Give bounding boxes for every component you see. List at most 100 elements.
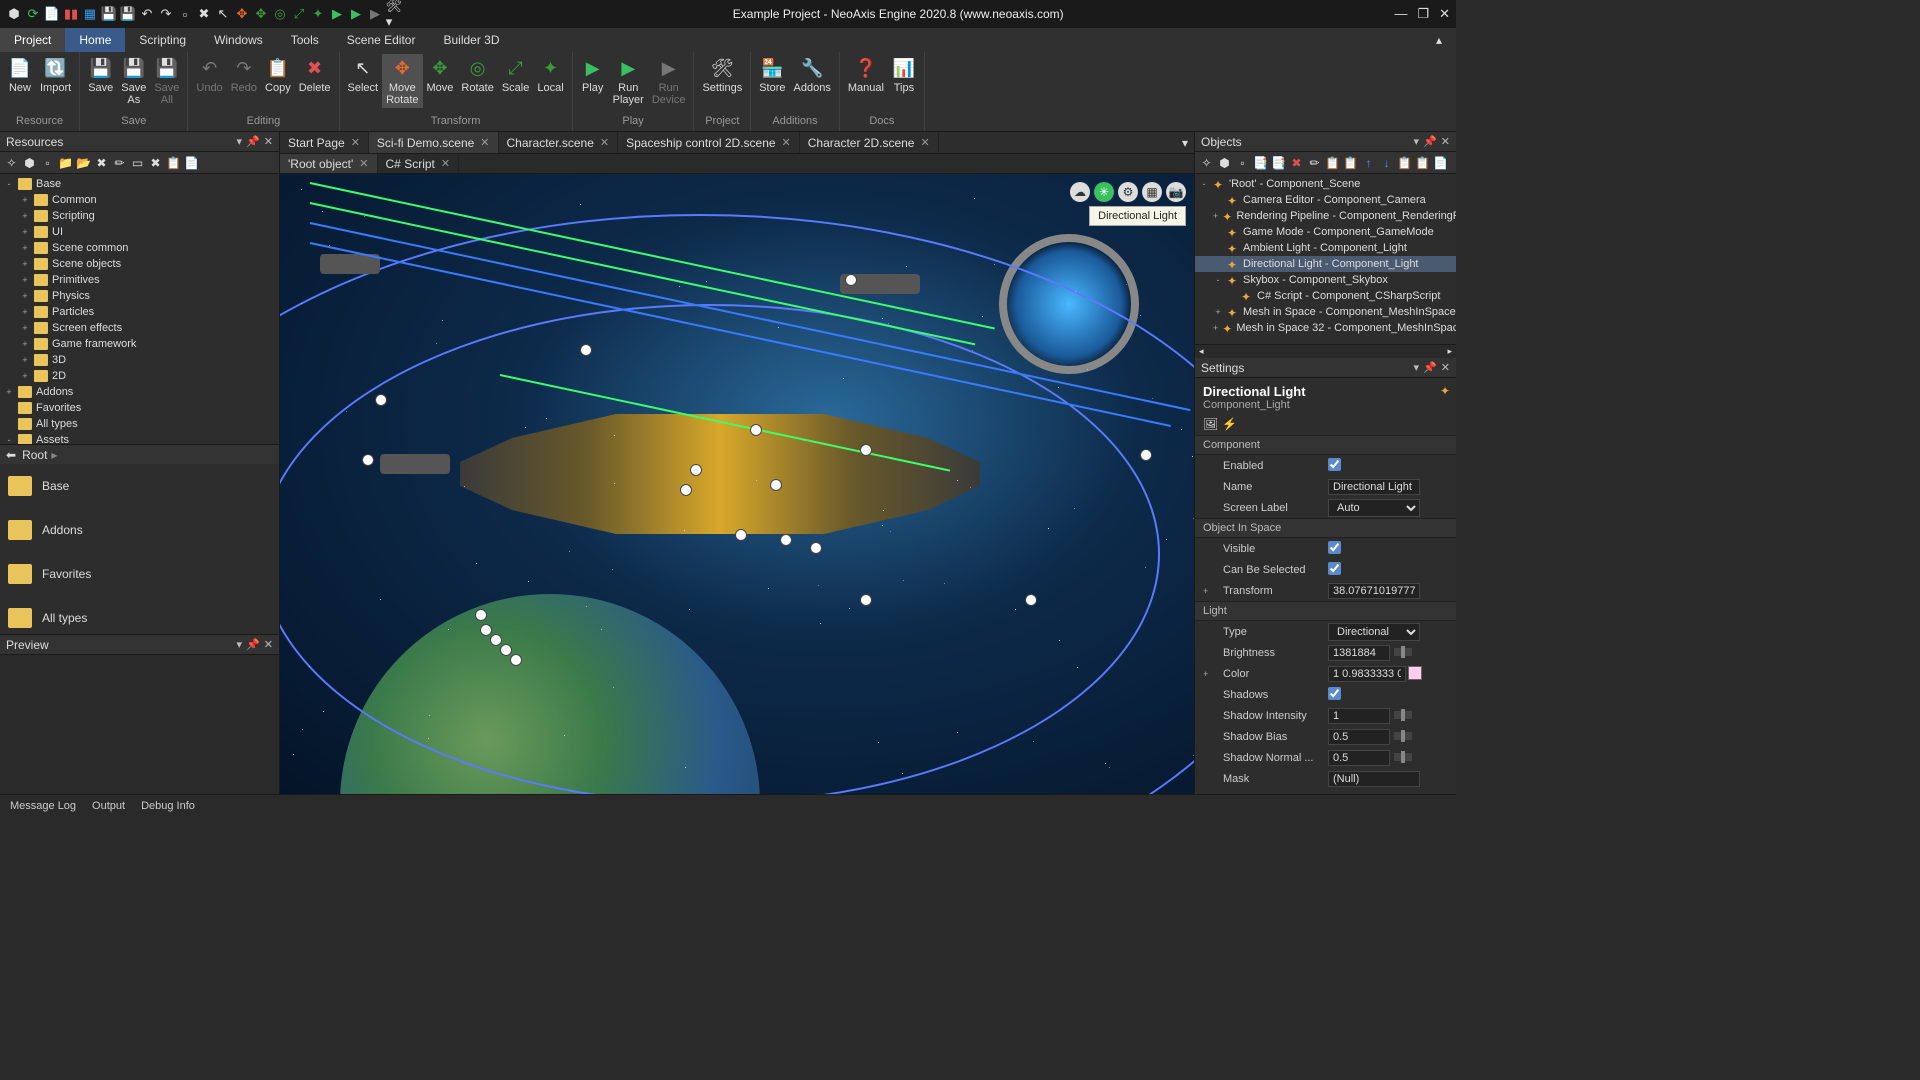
gizmo-handle[interactable] — [845, 274, 857, 286]
tree-row[interactable]: -Assets — [0, 432, 279, 444]
pin-icon[interactable]: 📌 — [246, 135, 260, 148]
close-panel-icon[interactable]: ✕ — [1441, 361, 1450, 374]
gizmo-handle[interactable] — [362, 454, 374, 466]
dropdown-icon[interactable]: ▾ — [237, 135, 243, 148]
property-checkbox[interactable] — [1328, 687, 1341, 700]
ribbon-import-button[interactable]: 🔃Import — [36, 54, 75, 96]
property-checkbox[interactable] — [1328, 541, 1341, 554]
pin-icon[interactable]: 📌 — [246, 638, 260, 651]
tool-icon[interactable]: ▦ — [82, 6, 98, 22]
gizmo-handle[interactable] — [510, 654, 522, 666]
dropdown-icon[interactable]: ▾ — [237, 638, 243, 651]
property-input[interactable] — [1328, 750, 1390, 766]
property-section-header[interactable]: Light — [1195, 601, 1456, 621]
save-icon[interactable]: 💾 — [101, 6, 117, 22]
close-panel-icon[interactable]: ✕ — [1441, 135, 1450, 148]
ribbon-select-button[interactable]: ↖Select — [344, 54, 383, 108]
ribbon-scale-button[interactable]: ⤢Scale — [498, 54, 534, 108]
pin-icon[interactable]: 📌 — [1423, 135, 1437, 148]
gizmo-handle[interactable] — [480, 624, 492, 636]
gizmo-handle[interactable] — [580, 344, 592, 356]
folder-item[interactable]: Favorites — [0, 552, 279, 596]
ribbon-store-button[interactable]: 🏪Store — [755, 54, 789, 96]
gizmo-handle[interactable] — [1025, 594, 1037, 606]
ribbon-local-button[interactable]: ✦Local — [533, 54, 567, 108]
document-tab[interactable]: Sci-fi Demo.scene✕ — [369, 132, 499, 153]
sub-tab[interactable]: 'Root object'✕ — [280, 154, 378, 173]
scroll-left-icon[interactable]: ◂ — [1199, 346, 1204, 357]
tree-row[interactable]: +Scene common — [0, 240, 279, 256]
bolt-icon[interactable]: ⚡ — [1222, 417, 1237, 431]
pin-icon[interactable]: 📌 — [1423, 361, 1437, 374]
local-icon[interactable]: ✦ — [310, 6, 326, 22]
object-tree-row[interactable]: +✦Mesh in Space - Component_MeshInSpace — [1195, 304, 1456, 320]
property-section-header[interactable]: Component — [1195, 435, 1456, 455]
menu-tab[interactable]: Scripting — [125, 28, 200, 52]
tree-row[interactable]: +UI — [0, 224, 279, 240]
object-tree-row[interactable]: +✦Mesh in Space 32 - Component_MeshInSpa… — [1195, 320, 1456, 336]
close-tab-icon[interactable]: ✕ — [351, 136, 360, 149]
save-all-icon[interactable]: 💾 — [120, 6, 136, 22]
property-slider[interactable] — [1394, 711, 1412, 719]
gizmo-handle[interactable] — [860, 444, 872, 456]
gear-icon[interactable]: ⚙ — [1118, 182, 1138, 202]
gizmo-handle[interactable] — [690, 464, 702, 476]
toolbar-icon[interactable]: ✏ — [112, 155, 127, 170]
close-tab-icon[interactable]: ✕ — [920, 136, 929, 149]
run-next-icon[interactable]: ▶ — [367, 6, 383, 22]
grid-icon[interactable]: ▦ — [1142, 182, 1162, 202]
ribbon-manual-button[interactable]: ❓Manual — [844, 54, 888, 96]
gizmo-handle[interactable] — [735, 529, 747, 541]
menu-tab[interactable]: Windows — [200, 28, 277, 52]
close-panel-icon[interactable]: ✕ — [264, 638, 273, 651]
moverotate-icon[interactable]: ✥ — [234, 6, 250, 22]
gizmo-handle[interactable] — [490, 634, 502, 646]
tree-row[interactable]: +2D — [0, 368, 279, 384]
tree-row[interactable]: +Screen effects — [0, 320, 279, 336]
picture-icon[interactable]: 🖼 — [1203, 417, 1218, 431]
object-tree-row[interactable]: ✦C# Script - Component_CSharpScript — [1195, 288, 1456, 304]
menu-project[interactable]: Project — [0, 28, 65, 52]
minimize-icon[interactable]: — — [1394, 6, 1407, 22]
toolbar-icon[interactable]: ▫ — [40, 155, 55, 170]
maximize-icon[interactable]: ❐ — [1417, 6, 1429, 22]
folder-item[interactable]: Addons — [0, 508, 279, 552]
folder-item[interactable]: All types — [0, 596, 279, 634]
gizmo-handle[interactable] — [500, 644, 512, 656]
property-slider[interactable] — [1394, 753, 1412, 761]
document-tab[interactable]: Spaceship control 2D.scene✕ — [618, 132, 800, 153]
close-doc-icon[interactable]: ✖ — [196, 6, 212, 22]
toolbar-icon[interactable]: ▭ — [130, 155, 145, 170]
object-tree-row[interactable]: ✦Directional Light - Component_Light — [1195, 256, 1456, 272]
toolbar-icon[interactable]: 📋 — [166, 155, 181, 170]
property-checkbox[interactable] — [1328, 458, 1341, 471]
redo-icon[interactable]: ↷ — [158, 6, 174, 22]
tree-row[interactable]: +Common — [0, 192, 279, 208]
property-input[interactable] — [1328, 666, 1406, 682]
ribbon-collapse-icon[interactable]: ▴ — [1422, 28, 1456, 52]
run-player-icon[interactable]: ▶ — [348, 6, 364, 22]
property-slider[interactable] — [1394, 648, 1412, 656]
tree-row[interactable]: +Scene objects — [0, 256, 279, 272]
property-slider[interactable] — [1394, 732, 1412, 740]
new-file-icon[interactable]: 📄 — [44, 6, 60, 22]
menu-tab[interactable]: Builder 3D — [429, 28, 513, 52]
undo-icon[interactable]: ↶ — [139, 6, 155, 22]
tree-row[interactable]: +3D — [0, 352, 279, 368]
move-icon[interactable]: ✥ — [253, 6, 269, 22]
close-tab-icon[interactable]: ✕ — [782, 136, 791, 149]
cloud-icon[interactable]: ☁ — [1070, 182, 1090, 202]
ribbon-play-button[interactable]: ▶Play — [577, 54, 609, 108]
gizmo-handle[interactable] — [1140, 449, 1152, 461]
ribbon-addons-button[interactable]: 🔧Addons — [790, 54, 835, 96]
close-tab-icon[interactable]: ✕ — [441, 157, 450, 170]
tree-row[interactable]: Favorites — [0, 400, 279, 416]
toolbar-icon[interactable]: ✖ — [94, 155, 109, 170]
ribbon-copy-button[interactable]: 📋Copy — [261, 54, 295, 96]
object-tree-row[interactable]: ✦Ambient Light - Component_Light — [1195, 240, 1456, 256]
menu-tab[interactable]: Scene Editor — [333, 28, 430, 52]
folder-item[interactable]: Base — [0, 464, 279, 508]
object-tree-row[interactable]: -✦Skybox - Component_Skybox — [1195, 272, 1456, 288]
property-select[interactable]: Auto — [1328, 499, 1420, 517]
settings-dropdown-icon[interactable]: 🛠▾ — [386, 6, 402, 22]
